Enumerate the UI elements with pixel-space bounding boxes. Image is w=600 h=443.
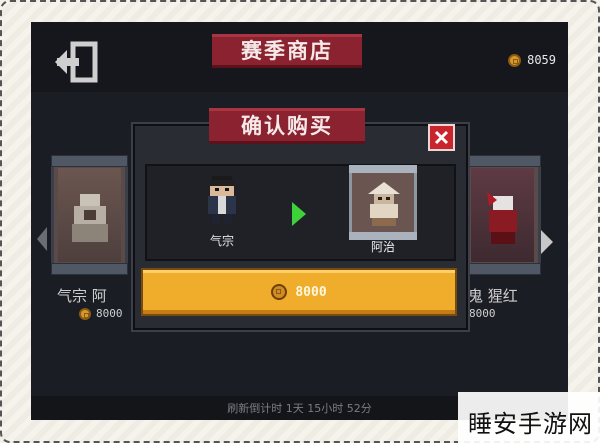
- card-cap-top: [51, 155, 128, 167]
- shop-card-left[interactable]: [51, 155, 128, 275]
- close-button[interactable]: [428, 124, 455, 151]
- coin-icon: [79, 308, 91, 320]
- close-icon: [434, 130, 449, 145]
- target-character-name: 阿治: [370, 240, 395, 254]
- buy-button[interactable]: 8000: [141, 268, 457, 316]
- shop-title: 赛季商店: [212, 34, 362, 68]
- price-value: 8000: [96, 307, 123, 320]
- card-cap-top: [349, 165, 417, 173]
- exit-button[interactable]: [53, 38, 101, 86]
- prev-arrow-icon[interactable]: [37, 227, 47, 251]
- dialog-title: 确认购买: [209, 108, 365, 144]
- target-character-icon: [368, 182, 400, 226]
- transform-arrow-icon: [292, 202, 306, 226]
- shop-card-right-name: 鬼 猩红: [468, 287, 518, 305]
- shop-card-left-price: 8000: [79, 307, 123, 320]
- target-character-card: [349, 165, 417, 240]
- currency-display: 8059: [508, 53, 556, 67]
- card-cap-bottom: [51, 263, 128, 275]
- coin-icon: [271, 284, 288, 300]
- current-character-name: 气宗: [209, 234, 234, 248]
- next-arrow-icon[interactable]: [541, 230, 553, 254]
- current-character-icon: [208, 176, 236, 224]
- character-icon: [487, 192, 517, 244]
- buy-price: 8000: [295, 284, 327, 300]
- watermark-text: 睡安手游网: [468, 410, 593, 438]
- shop-card-left-name: 气宗 阿: [57, 287, 107, 305]
- shop-card-right-price: 8000: [469, 307, 496, 320]
- currency-amount: 8059: [527, 53, 556, 67]
- character-icon: [72, 194, 108, 242]
- card-cap-top: [464, 155, 541, 167]
- coin-icon: [508, 54, 522, 67]
- shop-card-right[interactable]: [464, 155, 541, 275]
- exit-icon: [55, 41, 98, 83]
- card-cap-bottom: [464, 263, 541, 275]
